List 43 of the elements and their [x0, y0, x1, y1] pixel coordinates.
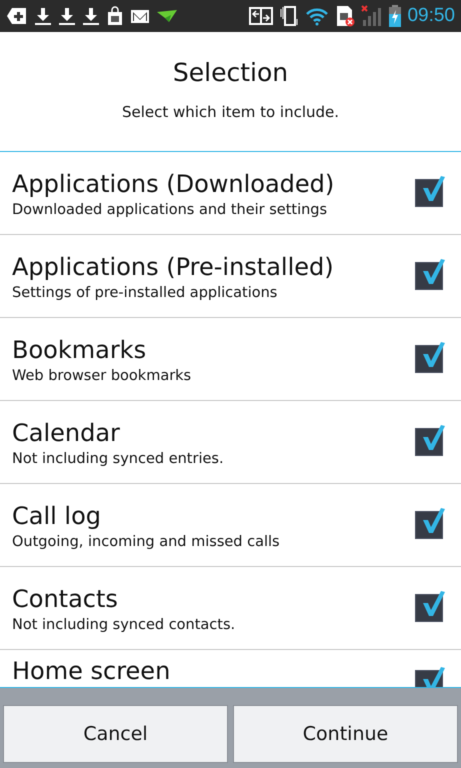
add-icon	[6, 6, 28, 26]
list-item[interactable]: Applications (Pre-installed) Settings of pre-installed applications	[0, 235, 461, 318]
item-title: Applications (Pre-installed)	[12, 252, 335, 282]
item-description: Outgoing, incoming and missed calls	[12, 534, 281, 550]
checkbox[interactable]	[415, 428, 443, 456]
item-description: Downloaded applications and their settings	[12, 202, 328, 218]
wifi-icon	[305, 6, 330, 26]
list-item[interactable]: Call log Outgoing, incoming and missed calls	[0, 484, 461, 567]
checkbox[interactable]	[415, 179, 443, 207]
clock: 09:50	[407, 5, 455, 27]
download-icon	[34, 6, 52, 26]
dialog-subtitle: Select which item to include.	[122, 103, 340, 121]
checkbox[interactable]	[415, 262, 443, 290]
list-item[interactable]: Calendar Not including synced entries.	[0, 401, 461, 484]
no-signal-icon	[361, 5, 384, 27]
continue-button[interactable]: Continue	[233, 705, 458, 763]
sim-error-icon	[335, 5, 356, 27]
checkbox[interactable]	[415, 594, 443, 622]
item-title: Calendar	[12, 418, 121, 448]
shopping-bag-icon	[106, 6, 124, 26]
item-description: Not including synced entries.	[12, 450, 225, 466]
phone-vibrate-icon	[279, 5, 300, 27]
transfer-icon	[249, 6, 274, 26]
dialog-title: Selection	[172, 58, 288, 87]
item-title: Bookmarks	[12, 334, 148, 364]
item-description: Web browser bookmarks	[12, 368, 192, 384]
item-title: Applications (Downloaded)	[12, 168, 336, 198]
download-icon	[58, 6, 76, 26]
mail-icon	[130, 8, 150, 24]
list-item[interactable]: Contacts Not including synced contacts.	[0, 567, 461, 650]
download-icon	[82, 6, 100, 26]
cancel-button[interactable]: Cancel	[3, 705, 228, 763]
battery-charging-icon	[389, 5, 402, 27]
item-title: Contacts	[12, 584, 119, 614]
list-item[interactable]: Applications (Downloaded) Downloaded applications and their settings	[0, 152, 461, 235]
list-item[interactable]: Bookmarks Web browser bookmarks	[0, 318, 461, 401]
item-title: Home screen	[12, 656, 172, 686]
checkbox[interactable]	[415, 511, 443, 539]
item-title: Call log	[12, 500, 102, 530]
item-description: Not including synced contacts.	[12, 616, 236, 632]
paper-plane-icon	[156, 9, 178, 23]
checkbox[interactable]	[415, 345, 443, 373]
item-description: Settings of pre-installed applications	[12, 284, 278, 300]
